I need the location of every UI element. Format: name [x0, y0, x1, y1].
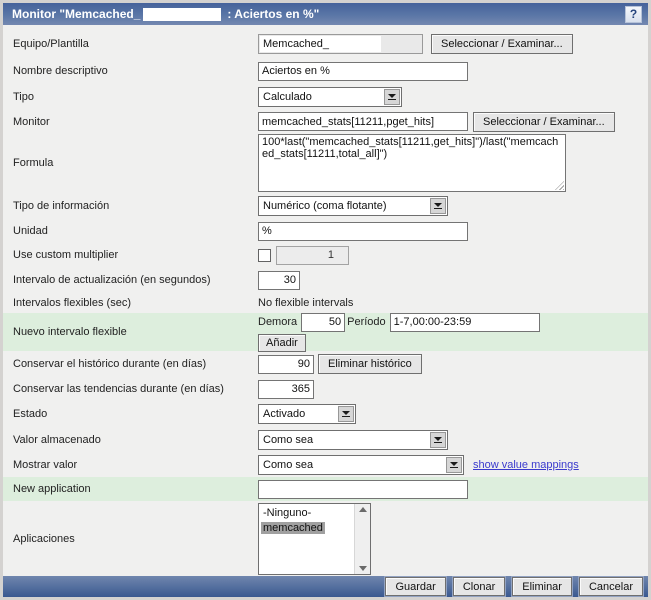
delay-input[interactable]	[301, 312, 346, 332]
type-select-value: Calculado	[263, 91, 312, 103]
store-value-label: Valor almacenado	[13, 433, 101, 446]
flexible-intervals-label: Intervalos flexibles (sec)	[13, 297, 131, 309]
formula-textarea-frame: 100*last("memcached_stats[11211,get_hits…	[258, 134, 566, 192]
window-title-suffix: : Aciertos en %"	[227, 7, 320, 21]
applications-listbox[interactable]: -Ninguno- memcached	[258, 502, 371, 575]
row-host: Equipo/Plantilla Memcached_ Seleccionar …	[3, 30, 648, 58]
show-value-select-value: Como sea	[263, 458, 314, 471]
new-application-label: New application	[13, 483, 91, 495]
window-title-prefix: Monitor "Memcached_	[12, 7, 141, 21]
units-input[interactable]	[258, 221, 468, 241]
formula-textarea[interactable]: 100*last("memcached_stats[11211,get_hits…	[259, 135, 565, 191]
store-value-select-value: Como sea	[263, 433, 314, 446]
info-type-select[interactable]: Numérico (coma flotante)	[258, 196, 448, 216]
update-interval-input[interactable]	[258, 270, 300, 290]
title-bar: Monitor "Memcached_ : Aciertos en %" ?	[3, 3, 648, 25]
row-applications: Aplicaciones -Ninguno- memcached	[3, 501, 648, 576]
row-show-value: Mostrar valor Como sea show value mappin…	[3, 452, 648, 477]
host-value: Memcached_	[263, 38, 330, 50]
formula-label: Formula	[13, 157, 54, 169]
status-select[interactable]: Activado	[258, 404, 356, 424]
info-type-label: Tipo de información	[13, 200, 110, 212]
row-new-flexible-interval: Nuevo intervalo flexible Demora Período …	[3, 312, 648, 352]
row-name: Nombre descriptivo	[3, 58, 648, 84]
flexible-intervals-value: No flexible intervals	[258, 297, 354, 309]
units-label: Unidad	[13, 225, 48, 237]
row-update-interval: Intervalo de actualización (en segundos)	[3, 267, 648, 293]
row-type: Tipo Calculado	[3, 84, 648, 110]
period-input[interactable]	[389, 312, 540, 332]
row-info-type: Tipo de información Numérico (coma flota…	[3, 193, 648, 219]
chevron-down-icon	[384, 89, 400, 105]
trends-label: Conservar las tendencias durante (en día…	[13, 383, 224, 395]
chevron-down-icon	[430, 431, 446, 448]
row-trends: Conservar las tendencias durante (en día…	[3, 377, 648, 401]
history-input[interactable]	[258, 354, 314, 374]
multiplier-input	[276, 245, 349, 265]
key-label: Monitor	[13, 115, 50, 128]
applications-label: Aplicaciones	[13, 532, 75, 545]
monitor-config-window: Monitor "Memcached_ : Aciertos en %" ? Eq…	[0, 0, 651, 600]
status-select-value: Activado	[263, 408, 306, 420]
footer-bar: Guardar Clonar Eliminar Cancelar	[3, 576, 648, 597]
row-new-application: New application	[3, 477, 648, 501]
cancel-button[interactable]: Cancelar	[578, 577, 643, 596]
question-mark-icon: ?	[629, 7, 638, 21]
status-label: Estado	[13, 408, 48, 420]
host-select-button[interactable]: Seleccionar / Examinar...	[431, 34, 573, 54]
scroll-up-icon[interactable]	[358, 506, 367, 512]
chevron-down-icon	[446, 456, 462, 473]
host-input[interactable]: Memcached_	[258, 34, 423, 54]
multiplier-label: Use custom multiplier	[13, 249, 119, 261]
listbox-scrollbar[interactable]	[354, 503, 370, 574]
chevron-down-icon	[430, 198, 446, 214]
applications-options: -Ninguno- memcached	[259, 504, 354, 574]
show-value-select[interactable]: Como sea	[258, 454, 464, 475]
key-input[interactable]	[258, 112, 468, 131]
redaction-overlay: Memcached_	[260, 36, 381, 52]
delete-history-button[interactable]: Eliminar histórico	[318, 354, 422, 374]
name-label: Nombre descriptivo	[13, 65, 108, 77]
key-select-button[interactable]: Seleccionar / Examinar...	[473, 111, 615, 132]
type-label: Tipo	[13, 91, 34, 103]
delay-label: Demora	[258, 316, 298, 328]
list-item-selected[interactable]: memcached	[261, 521, 325, 534]
period-label: Período	[347, 316, 386, 328]
save-button[interactable]: Guardar	[385, 577, 446, 596]
list-item[interactable]: -Ninguno-	[261, 507, 313, 519]
scroll-down-icon[interactable]	[358, 565, 367, 571]
row-key: Monitor Seleccionar / Examinar...	[3, 110, 648, 133]
row-units: Unidad	[3, 219, 648, 243]
add-interval-button[interactable]: Añadir	[258, 333, 306, 352]
multiplier-checkbox[interactable]	[258, 248, 271, 262]
type-select[interactable]: Calculado	[258, 87, 402, 107]
name-input[interactable]	[258, 61, 468, 81]
host-label: Equipo/Plantilla	[13, 38, 89, 50]
update-interval-label: Intervalo de actualización (en segundos)	[13, 274, 211, 286]
row-flexible-intervals: Intervalos flexibles (sec) No flexible i…	[3, 293, 648, 313]
history-label: Conservar el histórico durante (en días)	[13, 358, 207, 370]
row-status: Estado Activado	[3, 401, 648, 427]
redaction-overlay	[143, 7, 222, 21]
row-history: Conservar el histórico durante (en días)…	[3, 351, 648, 377]
show-value-mappings-link[interactable]: show value mappings	[473, 459, 579, 471]
delete-button[interactable]: Eliminar	[512, 577, 572, 596]
chevron-down-icon	[338, 406, 354, 422]
info-type-select-value: Numérico (coma flotante)	[263, 200, 387, 212]
row-multiplier: Use custom multiplier	[3, 243, 648, 267]
help-button[interactable]: ?	[625, 5, 642, 23]
store-value-select[interactable]: Como sea	[258, 429, 448, 450]
row-formula: Formula 100*last("memcached_stats[11211,…	[3, 133, 648, 193]
clone-button[interactable]: Clonar	[452, 577, 506, 596]
trends-input[interactable]	[258, 379, 314, 399]
new-flexible-label: Nuevo intervalo flexible	[13, 326, 127, 338]
show-value-label: Mostrar valor	[13, 458, 78, 471]
row-store-value: Valor almacenado Como sea	[3, 427, 648, 452]
new-application-input[interactable]	[258, 479, 468, 499]
